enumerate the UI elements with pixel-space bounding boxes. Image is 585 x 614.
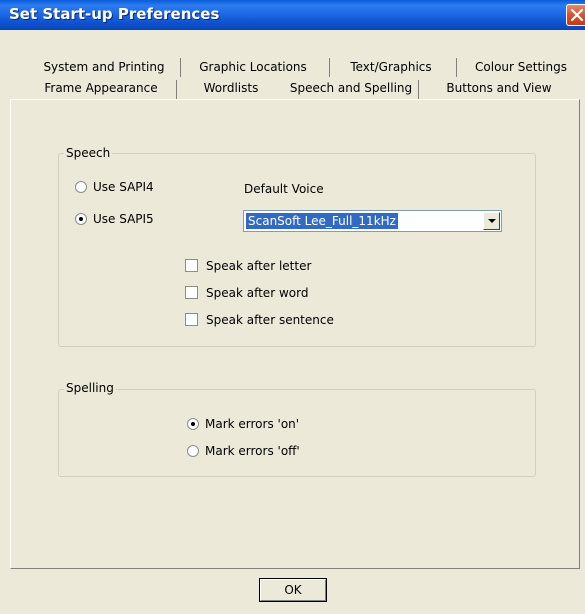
tab-separator (456, 58, 457, 77)
title-bar[interactable]: Set Start-up Preferences (0, 0, 585, 30)
sapi5-radio[interactable] (75, 213, 87, 225)
tab-graphic-locations[interactable]: Graphic Locations (194, 59, 312, 77)
close-button[interactable] (566, 4, 585, 26)
mark-errors-off-label[interactable]: Mark errors 'off' (205, 444, 300, 458)
speak-after-sentence-label[interactable]: Speak after sentence (206, 313, 334, 327)
default-voice-label: Default Voice (244, 182, 324, 196)
ok-button-label: OK (260, 579, 326, 601)
tab-separator (329, 58, 330, 77)
tab-text-graphics[interactable]: Text/Graphics (340, 59, 442, 77)
tab-frame-appearance[interactable]: Frame Appearance (36, 80, 166, 98)
speak-after-letter-checkbox[interactable] (185, 259, 198, 272)
speak-after-letter-label[interactable]: Speak after letter (206, 259, 311, 273)
tab-separator (176, 80, 177, 99)
speak-after-sentence-checkbox[interactable] (185, 313, 198, 326)
tab-buttons-and-view[interactable]: Buttons and View (428, 80, 570, 98)
speak-after-word-checkbox[interactable] (185, 286, 198, 299)
dropdown-button[interactable] (483, 212, 500, 230)
sapi5-label[interactable]: Use SAPI5 (93, 212, 154, 226)
default-voice-select[interactable]: ScanSoft Lee_Full_11kHz (243, 210, 502, 232)
preferences-dialog: Set Start-up Preferences System and Prin… (0, 0, 585, 614)
mark-errors-off-radio[interactable] (187, 445, 199, 457)
tab-system-and-printing[interactable]: System and Printing (41, 59, 167, 77)
tab-colour-settings[interactable]: Colour Settings (466, 59, 576, 77)
spelling-groupbox (58, 389, 536, 477)
speak-after-word-label[interactable]: Speak after word (206, 286, 308, 300)
sapi4-label[interactable]: Use SAPI4 (93, 180, 154, 194)
mark-errors-on-label[interactable]: Mark errors 'on' (205, 417, 299, 431)
default-voice-value: ScanSoft Lee_Full_11kHz (246, 213, 398, 229)
tab-wordlists[interactable]: Wordlists (186, 80, 276, 98)
sapi4-radio[interactable] (75, 181, 87, 193)
tab-separator (418, 80, 419, 99)
ok-button[interactable]: OK (259, 578, 327, 602)
close-icon (571, 9, 583, 21)
speech-group-label: Speech (64, 146, 113, 160)
tab-speech-and-spelling[interactable]: Speech and Spelling (287, 80, 415, 98)
tab-separator (180, 58, 181, 77)
chevron-down-icon (488, 219, 496, 223)
window-title: Set Start-up Preferences (9, 5, 220, 23)
spelling-group-label: Spelling (64, 381, 116, 395)
mark-errors-on-radio[interactable] (187, 418, 199, 430)
